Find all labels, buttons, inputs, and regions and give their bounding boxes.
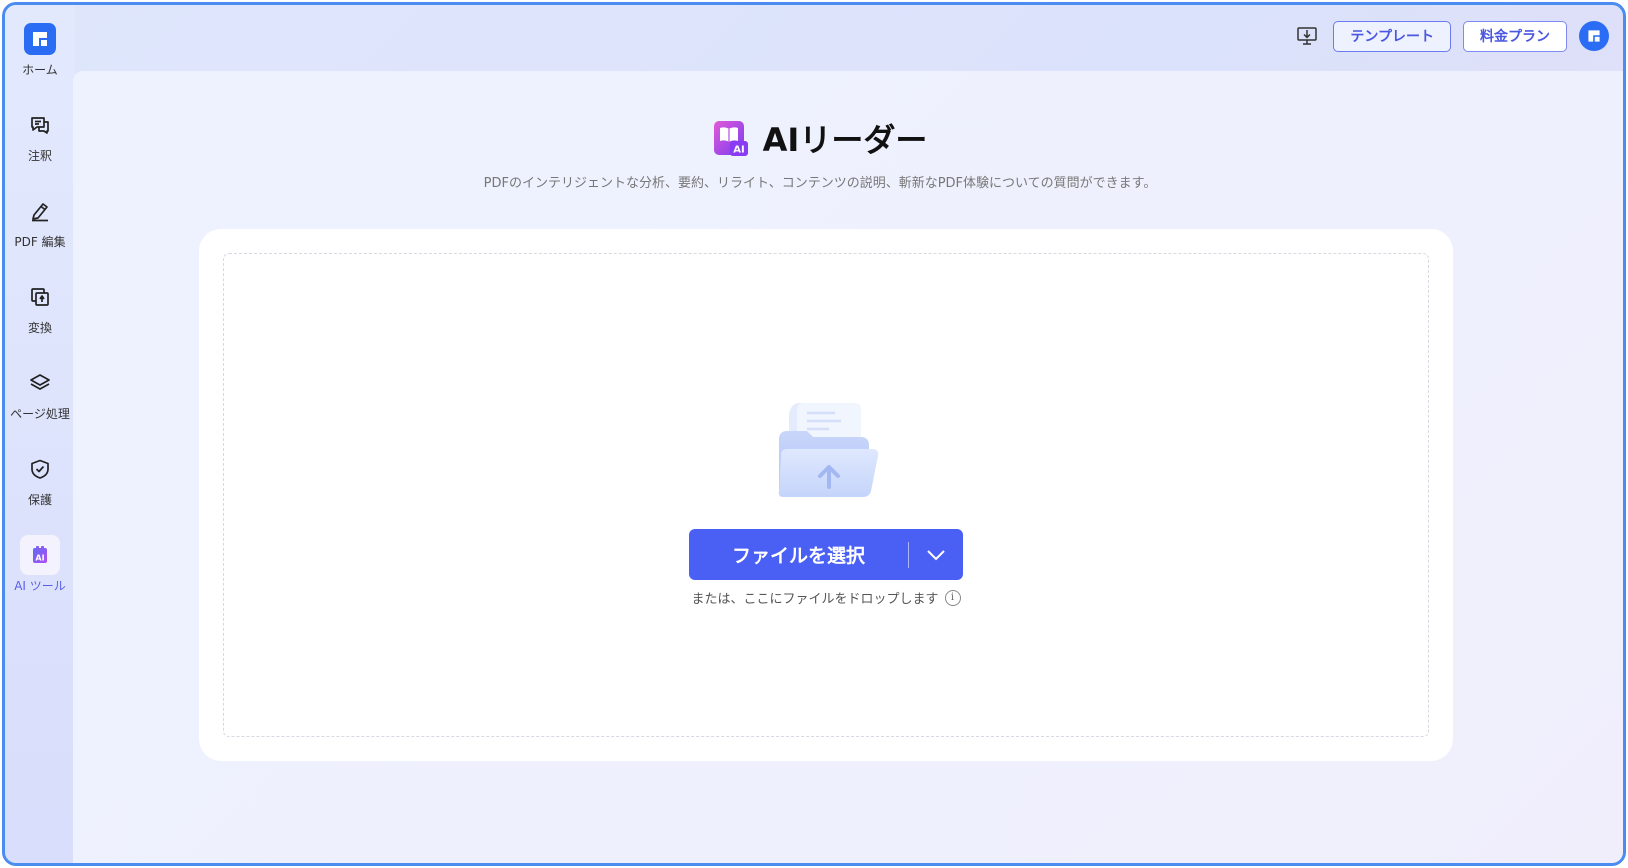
- page-title: AIリーダー: [762, 121, 928, 159]
- download-icon: [1297, 27, 1318, 45]
- drop-hint: または、ここにファイルをドロップします i: [224, 588, 1428, 607]
- file-dropzone[interactable]: ファイルを選択 または、ここにファイルをドロップします i: [223, 253, 1429, 737]
- sidebar-item-label: 保護: [27, 493, 52, 507]
- sidebar-item-convert[interactable]: 変換: [5, 277, 75, 336]
- sidebar-item-annotation[interactable]: 注釈: [5, 105, 75, 164]
- avatar[interactable]: [1579, 21, 1609, 51]
- edit-icon: [20, 191, 60, 231]
- page-header: AI AIリーダー: [73, 115, 1567, 161]
- chevron-down-icon: [927, 549, 945, 560]
- template-button[interactable]: テンプレート: [1333, 20, 1451, 52]
- select-file-button[interactable]: ファイルを選択: [689, 529, 963, 580]
- select-file-label[interactable]: ファイルを選択: [689, 529, 908, 580]
- sidebar-item-page-processing[interactable]: ページ処理: [5, 363, 75, 422]
- layers-icon: [20, 363, 60, 403]
- svg-text:AI: AI: [35, 554, 44, 563]
- download-app-button[interactable]: [1293, 22, 1321, 50]
- ai-reader-icon: AI: [713, 121, 748, 156]
- convert-icon: [20, 277, 60, 317]
- select-file-dropdown[interactable]: [909, 529, 963, 580]
- annotation-icon: [20, 105, 60, 145]
- upload-card: ファイルを選択 または、ここにファイルをドロップします i: [199, 229, 1453, 761]
- sidebar-item-pdf-edit[interactable]: PDF 編集: [5, 191, 75, 250]
- svg-text:AI: AI: [733, 145, 744, 156]
- main-panel: AI AIリーダー PDFのインテリジェントな分析、要約、リライト、コンテンツの…: [73, 71, 1623, 863]
- shield-icon: [20, 449, 60, 489]
- sidebar-item-label: PDF 編集: [14, 235, 66, 249]
- brand-logo-icon: [1588, 30, 1600, 42]
- topbar-actions: テンプレート 料金プラン: [1293, 20, 1609, 52]
- app-window: ホーム 注釈 PDF 編集 変換 ページ処理 保護 AI AI ツール テンプレ…: [2, 2, 1626, 866]
- sidebar-item-label: ページ処理: [10, 407, 70, 421]
- drop-hint-text: または、ここにファイルをドロップします: [691, 592, 939, 607]
- sidebar-item-label: 注釈: [27, 149, 52, 163]
- ai-tool-icon: AI: [20, 535, 60, 575]
- sidebar-item-label: ホーム: [22, 63, 58, 77]
- info-icon[interactable]: i: [944, 589, 961, 606]
- sidebar-item-ai-tools[interactable]: AI AI ツール: [5, 535, 75, 594]
- sidebar-item-label: AI ツール: [14, 579, 66, 593]
- page-subtitle: PDFのインテリジェントな分析、要約、リライト、コンテンツの説明、斬新なPDF体…: [483, 176, 1157, 191]
- home-logo-icon: [24, 23, 56, 55]
- pricing-button[interactable]: 料金プラン: [1463, 20, 1567, 52]
- sidebar-item-protect[interactable]: 保護: [5, 449, 75, 508]
- folder-upload-icon: [778, 403, 879, 497]
- sidebar: ホーム 注釈 PDF 編集 変換 ページ処理 保護 AI AI ツール: [5, 5, 75, 863]
- sidebar-item-label: 変換: [27, 321, 52, 335]
- sidebar-item-home[interactable]: ホーム: [5, 23, 75, 78]
